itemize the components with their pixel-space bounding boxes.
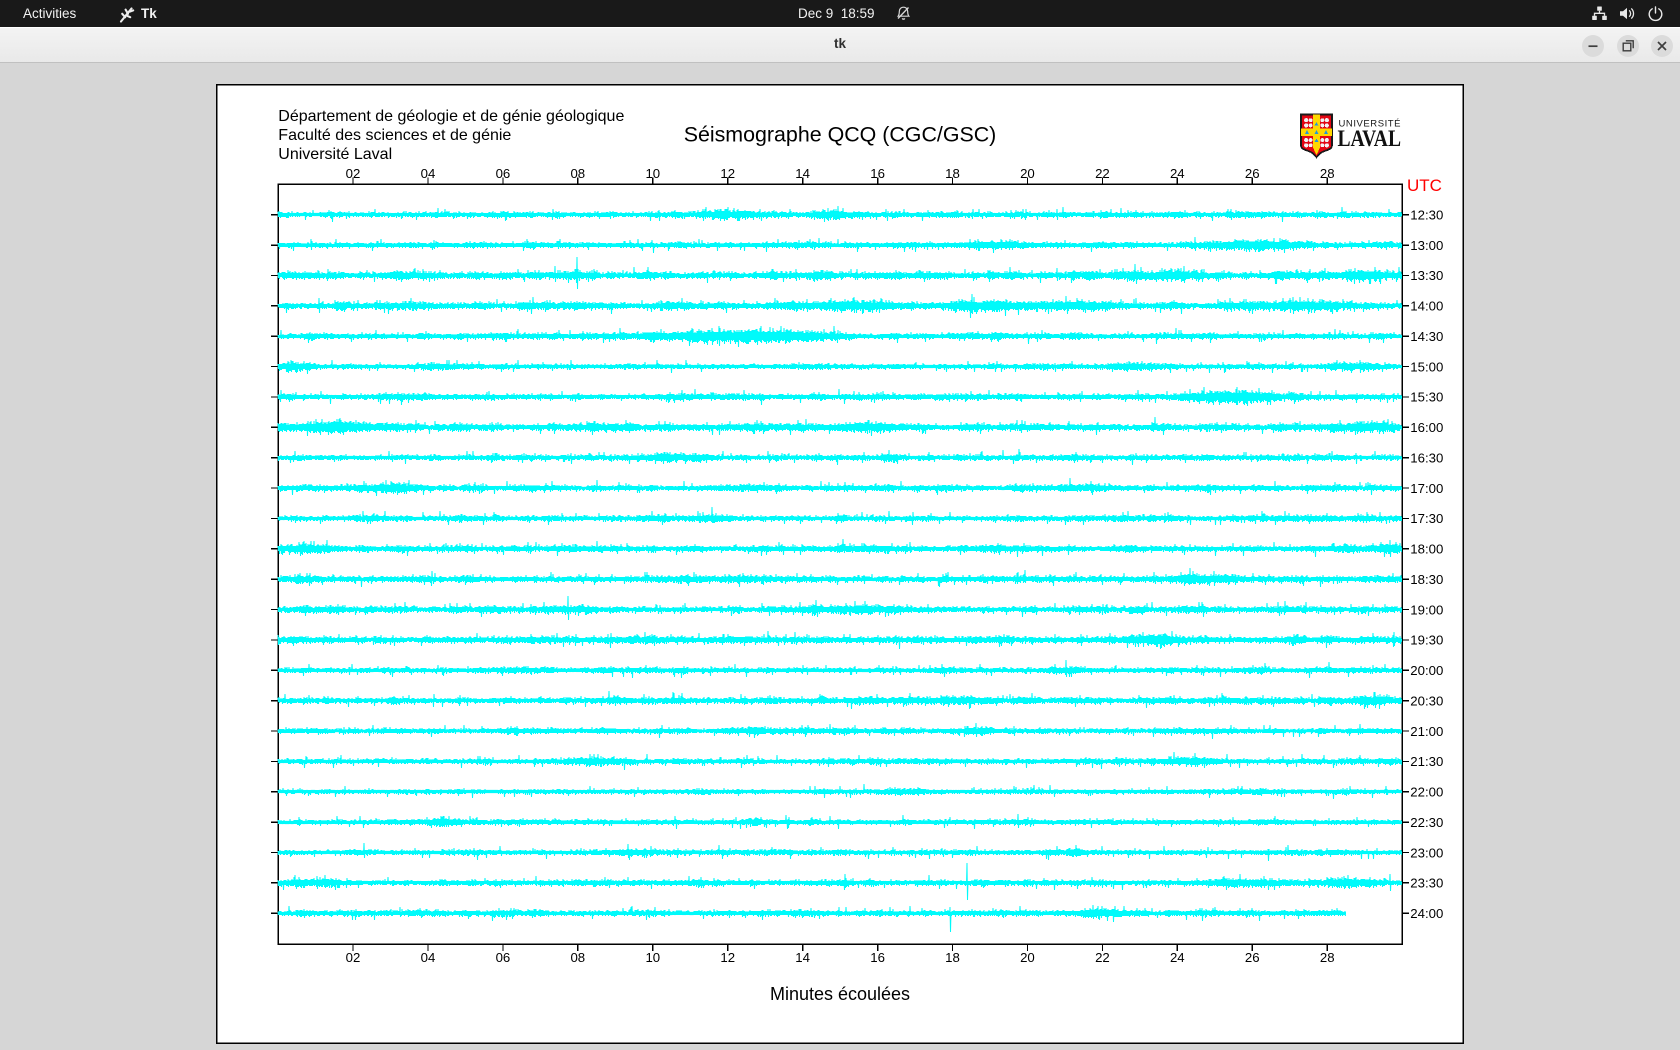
svg-text:16:30: 16:30 xyxy=(1410,451,1443,466)
svg-text:LAVAL: LAVAL xyxy=(1338,126,1402,152)
svg-text:20:30: 20:30 xyxy=(1410,693,1443,708)
svg-text:14:30: 14:30 xyxy=(1410,329,1443,344)
svg-text:12:30: 12:30 xyxy=(1410,208,1443,223)
svg-text:UTC: UTC xyxy=(1407,176,1442,195)
svg-text:18:30: 18:30 xyxy=(1410,572,1443,587)
svg-text:12: 12 xyxy=(720,950,735,965)
svg-text:22:00: 22:00 xyxy=(1410,785,1443,800)
svg-text:23:00: 23:00 xyxy=(1410,845,1443,860)
svg-text:28: 28 xyxy=(1320,950,1335,965)
svg-text:18: 18 xyxy=(945,950,960,965)
svg-text:Faculté des sciences et de gén: Faculté des sciences et de génie xyxy=(278,127,511,144)
svg-text:Séismographe QCQ (CGC/GSC): Séismographe QCQ (CGC/GSC) xyxy=(684,122,997,146)
svg-text:06: 06 xyxy=(496,950,511,965)
svg-text:04: 04 xyxy=(421,950,436,965)
svg-text:14: 14 xyxy=(795,950,810,965)
svg-text:02: 02 xyxy=(346,950,361,965)
svg-text:17:00: 17:00 xyxy=(1410,481,1443,496)
svg-text:23:30: 23:30 xyxy=(1410,876,1443,891)
svg-text:19:30: 19:30 xyxy=(1410,633,1443,648)
svg-text:20: 20 xyxy=(1020,950,1035,965)
svg-text:Département de géologie et de: Département de géologie et de génie géol… xyxy=(278,108,624,125)
svg-text:22:30: 22:30 xyxy=(1410,815,1443,830)
svg-text:21:30: 21:30 xyxy=(1410,754,1443,769)
svg-text:16: 16 xyxy=(870,950,885,965)
svg-text:19:00: 19:00 xyxy=(1410,602,1443,617)
svg-text:13:00: 13:00 xyxy=(1410,238,1443,253)
svg-text:13:30: 13:30 xyxy=(1410,268,1443,283)
svg-text:20:00: 20:00 xyxy=(1410,663,1443,678)
svg-text:16:00: 16:00 xyxy=(1410,420,1443,435)
svg-text:22: 22 xyxy=(1095,950,1110,965)
svg-text:21:00: 21:00 xyxy=(1410,724,1443,739)
svg-text:15:30: 15:30 xyxy=(1410,390,1443,405)
svg-text:18:00: 18:00 xyxy=(1410,542,1443,557)
svg-text:08: 08 xyxy=(570,950,585,965)
svg-text:17:30: 17:30 xyxy=(1410,511,1443,526)
svg-text:Minutes écoulées: Minutes écoulées xyxy=(770,984,910,1004)
svg-text:15:00: 15:00 xyxy=(1410,359,1443,374)
svg-text:10: 10 xyxy=(645,950,660,965)
svg-text:24: 24 xyxy=(1170,950,1185,965)
svg-text:14:00: 14:00 xyxy=(1410,299,1443,314)
svg-text:26: 26 xyxy=(1245,950,1260,965)
svg-text:Université Laval: Université Laval xyxy=(278,146,392,163)
svg-text:24:00: 24:00 xyxy=(1410,906,1443,921)
